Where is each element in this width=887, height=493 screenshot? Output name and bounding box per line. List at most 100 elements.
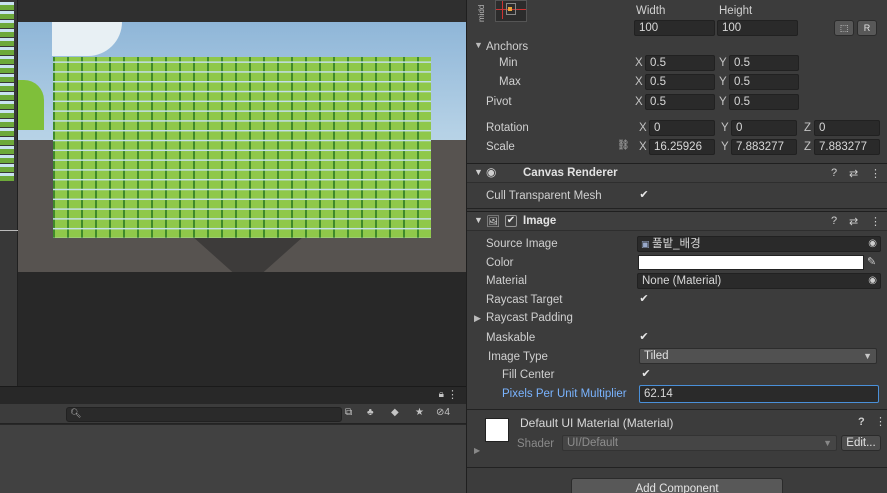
anchors-min-y-field[interactable]: 0.5 <box>729 55 799 71</box>
anchors-min-x-field[interactable]: 0.5 <box>645 55 715 71</box>
component-separator <box>467 409 887 410</box>
anchors-min-label: Min <box>499 57 518 69</box>
project-content-area <box>0 425 466 493</box>
anchors-max-y-field[interactable]: 0.5 <box>729 74 799 90</box>
raycast-target-label: Raycast Target <box>486 294 563 306</box>
scale-x-axis-label: X <box>639 141 647 153</box>
material-field[interactable]: None (Material) ◉ <box>637 273 881 289</box>
scene-hill <box>18 80 44 130</box>
image-help-icon[interactable]: ? <box>831 215 837 227</box>
image-kebab-icon[interactable]: ⋮ <box>870 215 881 228</box>
hierarchy-tile-thumbnail <box>0 11 14 19</box>
maskable-checkbox[interactable]: ✔ <box>638 331 650 343</box>
canvas-renderer-eye-icon: ◉ <box>486 165 497 179</box>
hierarchy-tile-thumbnail <box>0 164 14 172</box>
raw-edit-button[interactable]: R <box>857 20 877 36</box>
material-picker-icon[interactable]: ◉ <box>868 274 877 288</box>
scale-x-field[interactable]: 16.25926 <box>649 139 715 155</box>
anchor-preset-button[interactable] <box>495 0 527 22</box>
material-foldout-arrow-icon[interactable]: ▶ <box>474 446 480 455</box>
canvas-renderer-title: Canvas Renderer <box>523 167 618 179</box>
scale-z-field[interactable]: 7.883277 <box>814 139 880 155</box>
material-value: None (Material) <box>642 275 722 287</box>
material-help-icon[interactable]: ? <box>858 416 865 428</box>
cull-transparent-mesh-label: Cull Transparent Mesh <box>486 190 602 202</box>
fill-center-checkbox[interactable]: ✔ <box>640 368 652 380</box>
scale-z-axis-label: Z <box>804 141 812 153</box>
width-field[interactable]: 100 <box>634 20 715 36</box>
canvas-renderer-header[interactable]: ▼ ◉ Canvas Renderer ? ⇄ ⋮ <box>467 163 887 183</box>
pivot-x-field[interactable]: 0.5 <box>645 94 715 110</box>
raycast-padding-label[interactable]: Raycast Padding <box>486 312 573 324</box>
raycast-padding-foldout-arrow-icon[interactable]: ▶ <box>474 313 481 324</box>
image-type-value: Tiled <box>644 350 669 362</box>
hierarchy-tile-thumbnail <box>0 119 14 127</box>
pivot-label: Pivot <box>486 96 512 108</box>
anchors-foldout-arrow-icon[interactable]: ▼ <box>474 40 483 50</box>
cull-transparent-mesh-checkbox[interactable]: ✔ <box>638 189 650 201</box>
material-label: Material <box>486 275 527 287</box>
scale-y-field[interactable]: 7.883277 <box>731 139 797 155</box>
hierarchy-tile-thumbnail <box>0 74 14 82</box>
image-type-dropdown[interactable]: Tiled ▼ <box>639 348 877 364</box>
panel-toolbar: 🔍︎ ⧉ ♣ ◆ ★ ⊘4 <box>0 404 466 424</box>
anchors-max-x-field[interactable]: 0.5 <box>645 74 715 90</box>
constrain-proportions-link-icon[interactable]: ⛓ <box>617 140 630 151</box>
pivot-y-field[interactable]: 0.5 <box>729 94 799 110</box>
pixels-per-unit-label: Pixels Per Unit Multiplier <box>502 388 627 400</box>
kebab-menu-icon[interactable]: ⋮ <box>447 388 458 401</box>
create-icon[interactable]: ⧉ <box>345 407 352 418</box>
scale-y-axis-label: Y <box>721 141 729 153</box>
hierarchy-tile-thumbnail <box>0 128 14 136</box>
eyedropper-icon[interactable]: ✎ <box>867 255 876 268</box>
material-section-title: Default UI Material (Material) <box>520 416 674 430</box>
rotation-z-field[interactable]: 0 <box>814 120 880 136</box>
pixels-per-unit-field[interactable]: 62.14 <box>639 385 879 403</box>
rotation-label: Rotation <box>486 122 529 134</box>
add-component-button[interactable]: Add Component <box>571 478 783 493</box>
filter-type-icon[interactable]: ♣ <box>367 407 374 418</box>
scene-guide-line <box>0 230 18 231</box>
hierarchy-tile-thumbnail <box>0 47 14 55</box>
image-component-title: Image <box>523 215 557 227</box>
image-presets-icon[interactable]: ⇄ <box>849 215 858 228</box>
search-input[interactable]: 🔍︎ <box>66 407 342 422</box>
label-tag-icon[interactable]: ◆ <box>391 407 399 418</box>
image-enabled-checkbox[interactable]: ✔ <box>505 215 517 227</box>
anchor-preset-label: midd <box>477 4 486 22</box>
anchors-label[interactable]: Anchors <box>486 41 528 53</box>
scene-view[interactable] <box>0 0 466 386</box>
hierarchy-tile-thumbnail <box>0 155 14 163</box>
object-picker-icon[interactable]: ◉ <box>868 237 877 251</box>
blueprint-mode-button[interactable]: ⬚ <box>834 20 854 36</box>
hierarchy-tile-thumbnail <box>0 56 14 64</box>
shader-dropdown[interactable]: UI/Default ▼ <box>562 435 837 451</box>
maskable-label: Maskable <box>486 332 536 344</box>
image-foldout-arrow-icon[interactable]: ▼ <box>474 215 483 225</box>
canvas-renderer-presets-icon[interactable]: ⇄ <box>849 167 858 180</box>
canvas-renderer-kebab-icon[interactable]: ⋮ <box>870 167 881 180</box>
hierarchy-tile-thumbnail <box>0 173 14 181</box>
shader-value: UI/Default <box>567 437 619 449</box>
rotation-x-field[interactable]: 0 <box>649 120 715 136</box>
favorite-star-icon[interactable]: ★ <box>415 407 424 418</box>
lock-icon[interactable]: 🔒︎ <box>439 389 444 400</box>
max-y-axis-label: Y <box>719 76 727 88</box>
source-image-field[interactable]: ▣ 풀밭_배경 ◉ <box>637 236 881 252</box>
tiled-grass-image[interactable] <box>53 57 431 238</box>
edit-shader-button[interactable]: Edit... <box>841 435 881 451</box>
color-swatch[interactable] <box>638 255 864 270</box>
hierarchy-tile-thumbnail <box>0 92 14 100</box>
height-label: Height <box>719 5 753 17</box>
image-component-header[interactable]: ▼ 🖼︎ ✔ Image ? ⇄ ⋮ <box>467 211 887 231</box>
scale-label: Scale <box>486 141 515 153</box>
hidden-packages-eye-icon[interactable]: ⊘4 <box>436 407 450 418</box>
rotation-y-field[interactable]: 0 <box>731 120 797 136</box>
canvas-renderer-foldout-arrow-icon[interactable]: ▼ <box>474 167 483 177</box>
canvas-renderer-help-icon[interactable]: ? <box>831 167 837 179</box>
material-kebab-icon[interactable]: ⋮ <box>875 415 886 428</box>
shader-label: Shader <box>517 438 555 450</box>
raycast-target-checkbox[interactable]: ✔ <box>638 293 650 305</box>
height-field[interactable]: 100 <box>717 20 798 36</box>
pivot-y-axis-label: Y <box>719 96 727 108</box>
